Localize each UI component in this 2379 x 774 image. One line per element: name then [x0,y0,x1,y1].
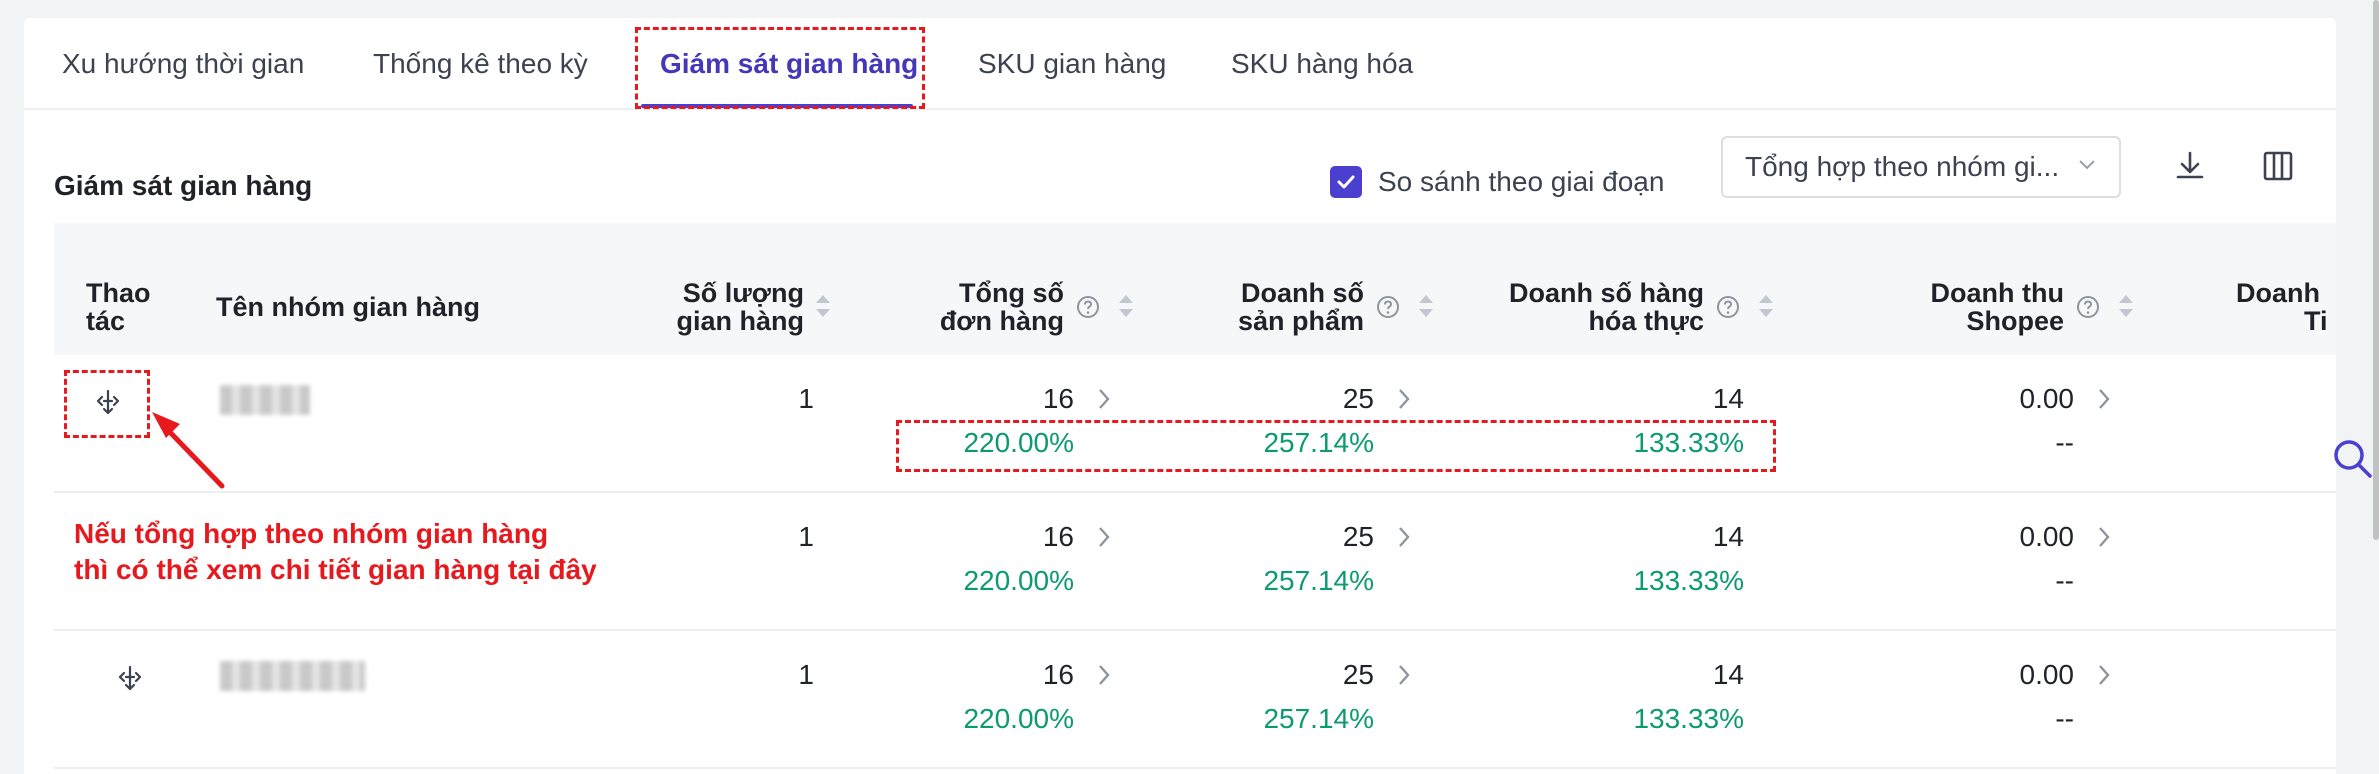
real-goods-sales: 14 [1712,659,1744,690]
tab-period-stats[interactable]: Thống kê theo kỳ [373,48,588,80]
search-icon[interactable] [2330,436,2374,480]
header-group-name: Tên nhóm gian hàng [216,292,480,322]
chevron-right-icon[interactable] [1396,662,1412,688]
real-goods-sales-change: 133.33% [1633,703,1744,734]
chevron-right-icon[interactable] [1096,524,1112,550]
header-shop-count: Số lượng gian hàng [676,278,805,336]
shop-count: 1 [798,659,814,690]
tab-time-trend[interactable]: Xu hướng thời gian [62,48,304,80]
chevron-right-icon[interactable] [1096,662,1112,688]
section-title: Giám sát gian hàng [54,170,313,201]
sort-icon[interactable] [1417,289,1435,323]
sort-icon[interactable] [814,289,832,323]
table-row: 1 16 220.00% 25 257.14% 14 133.33% 0.00 … [54,631,2336,769]
sort-icon[interactable] [2117,289,2135,323]
shop-count: 1 [798,383,814,414]
compare-period-checkbox[interactable]: So sánh theo giai đoạn [1330,166,1664,198]
tab-shop-sku[interactable]: SKU gian hàng [978,48,1166,80]
chevron-right-icon[interactable] [1396,386,1412,412]
sort-icon[interactable] [1757,289,1775,323]
header-product-sales: Doanh số sản phẩm [1237,278,1364,336]
checkbox-checked-icon[interactable] [1330,166,1362,198]
table-header: Thao tác Tên nhóm gian hàng Số lượng gian … [54,223,2336,355]
shopee-revenue-change: -- [2055,703,2074,734]
header-next-column: Doanh Ti [2236,279,2328,335]
tab-goods-sku[interactable]: SKU hàng hóa [1231,48,1413,80]
help-icon[interactable] [2076,295,2100,319]
shopee-revenue: 0.00 [2019,521,2075,552]
total-orders-change: 220.00% [963,565,1074,596]
header-action: Thao tác [86,278,151,336]
real-goods-sales-change: 133.33% [1633,565,1744,596]
help-icon[interactable] [1376,295,1400,319]
shopee-revenue: 0.00 [2019,383,2075,414]
product-sales: 25 [1342,383,1374,414]
help-icon[interactable] [1716,295,1740,319]
chevron-right-icon[interactable] [1096,386,1112,412]
total-orders: 16 [1042,659,1074,690]
download-icon[interactable] [2166,142,2214,190]
header-shopee-revenue: Doanh thu Shopee [1930,278,2064,336]
help-icon[interactable] [1076,295,1100,319]
product-sales-change: 257.14% [1263,565,1374,596]
shopee-revenue-change: -- [2055,565,2074,596]
total-orders: 16 [1042,521,1074,552]
compare-period-label: So sánh theo giai đoạn [1378,166,1665,197]
annotation-box-tab [635,27,925,109]
chevron-right-icon[interactable] [2096,662,2112,688]
sort-icon[interactable] [1117,289,1135,323]
header-total-orders: Tổng số đơn hàng [939,278,1064,336]
main-card: Xu hướng thời gian Thống kê theo kỳ Giám… [24,18,2336,774]
shop-count: 1 [798,521,814,552]
chevron-right-icon[interactable] [2096,524,2112,550]
group-aggregation-select[interactable]: Tổng hợp theo nhóm gi... [1721,136,2121,198]
chevron-right-icon[interactable] [1396,524,1412,550]
product-sales: 25 [1342,659,1374,690]
total-orders-change: 220.00% [963,703,1074,734]
group-aggregation-value: Tổng hợp theo nhóm gi... [1745,151,2060,182]
header-real-goods-sales: Doanh số hàng hóa thực [1509,278,1704,336]
total-orders: 16 [1042,383,1074,414]
real-goods-sales: 14 [1712,383,1744,414]
shopee-revenue: 0.00 [2019,659,2075,690]
tab-bar: Xu hướng thời gian Thống kê theo kỳ Giám… [24,18,2336,110]
shop-detail-icon[interactable] [116,663,144,698]
shop-group-name-redacted [220,661,365,691]
product-sales: 25 [1342,521,1374,552]
chevron-right-icon[interactable] [2096,386,2112,412]
annotation-box-change [896,420,1776,472]
real-goods-sales: 14 [1712,521,1744,552]
product-sales-change: 257.14% [1263,703,1374,734]
shopee-revenue-change: -- [2055,427,2074,458]
annotation-text: Nếu tổng hợp theo nhóm gian hàng thì có … [74,518,597,585]
annotation-arrow-icon [152,412,225,489]
columns-icon[interactable] [2254,142,2302,190]
chevron-down-icon [2077,158,2097,177]
